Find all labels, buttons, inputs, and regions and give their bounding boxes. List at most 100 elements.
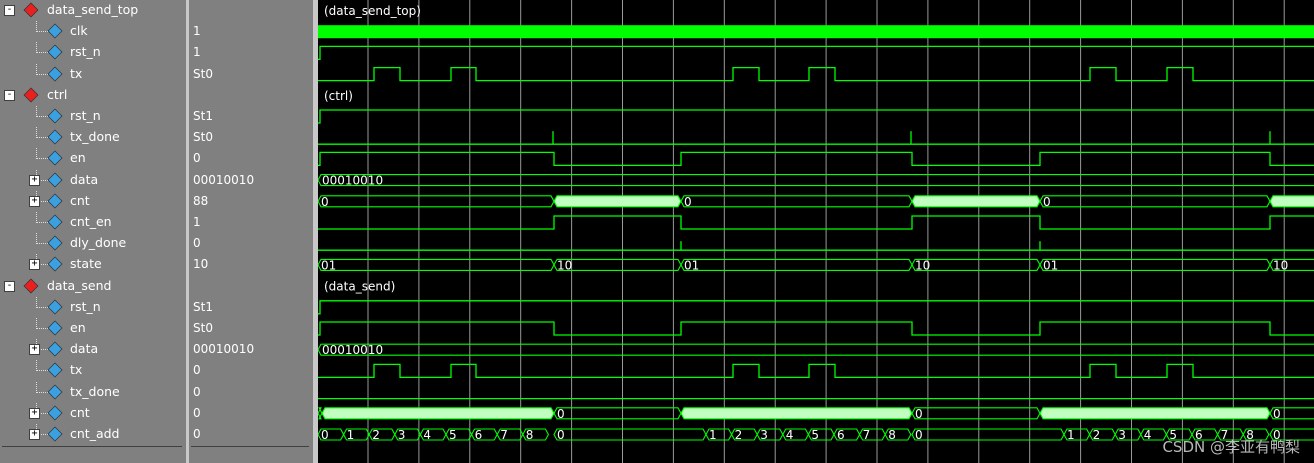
- waveform-trace: [318, 363, 1314, 379]
- bus-segment: [553, 195, 682, 208]
- signal-name: data_send: [47, 277, 112, 293]
- signal-row-cnt_en[interactable]: cnt_en: [0, 212, 186, 233]
- bus-value-label: 4: [423, 428, 431, 442]
- bus-segment: [1039, 407, 1271, 420]
- bus-value-label: 01: [1043, 258, 1058, 272]
- signal-row-rst_n[interactable]: rst_n: [0, 106, 186, 127]
- bus-value-label: 01: [684, 258, 699, 272]
- signal-diamond-icon: [47, 405, 63, 421]
- signal-value: 00010010: [193, 342, 255, 357]
- expand-toggle[interactable]: +: [29, 174, 40, 186]
- signal-value: St1: [193, 109, 213, 123]
- signal-diamond-icon: [47, 172, 63, 188]
- bus-segment: [318, 258, 555, 271]
- signal-name: tx: [70, 65, 83, 81]
- signal-diamond-icon: [47, 23, 63, 39]
- signal-row-tx[interactable]: tx: [0, 360, 186, 381]
- signal-name-panel: - data_send_top clk rst_n tx - ctrl rst_n tx_don…: [0, 0, 186, 463]
- expand-toggle[interactable]: +: [29, 407, 40, 419]
- signal-value: 1: [193, 45, 201, 60]
- signal-value: 88: [193, 193, 209, 208]
- waveform-svg[interactable]: (data_send_top)(ctrl)(data_send)00010010…: [318, 0, 1314, 463]
- watermark: CSDN @李亚有鸭梨: [1162, 438, 1300, 456]
- group-label: (data_send): [324, 280, 395, 294]
- signal-value: St0: [193, 130, 213, 145]
- signal-row-rst_n[interactable]: rst_n: [0, 42, 186, 63]
- signal-row-data_send[interactable]: - data_send: [0, 276, 186, 297]
- collapse-toggle[interactable]: -: [4, 280, 15, 292]
- signal-row-tx[interactable]: tx: [0, 63, 186, 85]
- waveform-trace: [318, 45, 1314, 61]
- bus-value-label: 0: [915, 428, 923, 442]
- bus-segment: [318, 195, 555, 208]
- collapse-toggle[interactable]: -: [4, 89, 15, 101]
- bus-segment: [321, 407, 555, 420]
- signal-name: cnt: [70, 192, 90, 208]
- signal-row-data[interactable]: + data: [0, 339, 186, 360]
- signal-name: data_send_top: [47, 2, 139, 17]
- signal-diamond-icon: [47, 362, 63, 378]
- signal-name: cnt_en: [70, 214, 112, 229]
- bus-value-label: 00010010: [322, 174, 383, 188]
- signal-row-dly_done[interactable]: dly_done: [0, 233, 186, 254]
- bus-value-label: 2: [372, 428, 380, 442]
- expand-toggle[interactable]: +: [29, 344, 40, 356]
- signal-diamond-icon: [47, 341, 63, 357]
- bus-segment: [911, 258, 1041, 271]
- signal-row-clk[interactable]: clk: [0, 21, 186, 42]
- bus-segment: [553, 258, 682, 271]
- signal-row-cnt[interactable]: + cnt: [0, 402, 186, 424]
- signal-row-en[interactable]: en: [0, 318, 186, 339]
- signal-row-tx_done[interactable]: tx_done: [0, 127, 186, 148]
- bus-segment: [1039, 258, 1271, 271]
- signal-name: data: [70, 171, 99, 187]
- signal-row-data_send_top[interactable]: - data_send_top: [0, 0, 186, 21]
- signal-row-cnt_add[interactable]: + cnt_add: [0, 424, 186, 445]
- bus-segment: [911, 407, 1041, 420]
- signal-row-cnt[interactable]: + cnt: [0, 190, 186, 212]
- bus-value-label: 7: [863, 428, 871, 442]
- bus-segment: [318, 343, 1314, 356]
- signal-name: clk: [70, 23, 88, 39]
- bus-value-label: 10: [915, 258, 930, 272]
- bus-value-label: 4: [1144, 428, 1152, 442]
- signal-row-tx_done[interactable]: tx_done: [0, 381, 186, 403]
- signal-name: en: [70, 150, 86, 166]
- group-diamond-icon: [23, 278, 39, 294]
- signal-row-state[interactable]: + state: [0, 254, 186, 275]
- expand-toggle[interactable]: +: [29, 429, 40, 440]
- signal-value: 10: [193, 257, 209, 272]
- signal-diamond-icon: [47, 66, 63, 82]
- panel-bottom-rule: [2, 446, 182, 447]
- expand-toggle[interactable]: +: [29, 259, 40, 271]
- signal-diamond-icon: [47, 320, 63, 336]
- signal-name: rst_n: [70, 44, 101, 60]
- signal-value: St0: [193, 321, 213, 335]
- signal-diamond-icon: [47, 214, 63, 230]
- clk-waveform: [318, 25, 1314, 39]
- signal-diamond-icon: [47, 235, 63, 251]
- signal-name: state: [70, 256, 102, 272]
- bus-value-label: 6: [837, 428, 845, 442]
- waveform-trace: [318, 321, 1314, 336]
- signal-row-en[interactable]: en: [0, 148, 186, 169]
- signal-name: rst_n: [70, 108, 101, 123]
- signal-row-rst_n[interactable]: rst_n: [0, 296, 186, 318]
- waveform-canvas[interactable]: (data_send_top) (ctrl) (data_send) 00010010…: [318, 0, 1314, 463]
- bus-value-label: 0: [557, 428, 565, 442]
- group-label: (ctrl): [324, 89, 353, 103]
- signal-name: tx_done: [70, 129, 120, 145]
- bus-value-label: 3: [1118, 428, 1126, 442]
- signal-diamond-icon: [47, 108, 63, 124]
- signal-diamond-icon: [47, 299, 63, 315]
- signal-row-ctrl[interactable]: - ctrl: [0, 85, 186, 106]
- signal-row-data[interactable]: + data: [0, 169, 186, 191]
- signal-name: en: [70, 320, 86, 335]
- waveform-trace: [318, 109, 1314, 124]
- collapse-toggle[interactable]: -: [4, 5, 15, 16]
- waveform-trace: [318, 215, 1314, 230]
- bus-value-label: 3: [398, 428, 406, 442]
- expand-toggle[interactable]: +: [29, 195, 40, 207]
- bus-segment: [911, 195, 1041, 208]
- signal-value-panel: 1 1 St0 St1 St0 0 00010010 88 1 0 10 St1 St0 00010010…: [189, 0, 313, 463]
